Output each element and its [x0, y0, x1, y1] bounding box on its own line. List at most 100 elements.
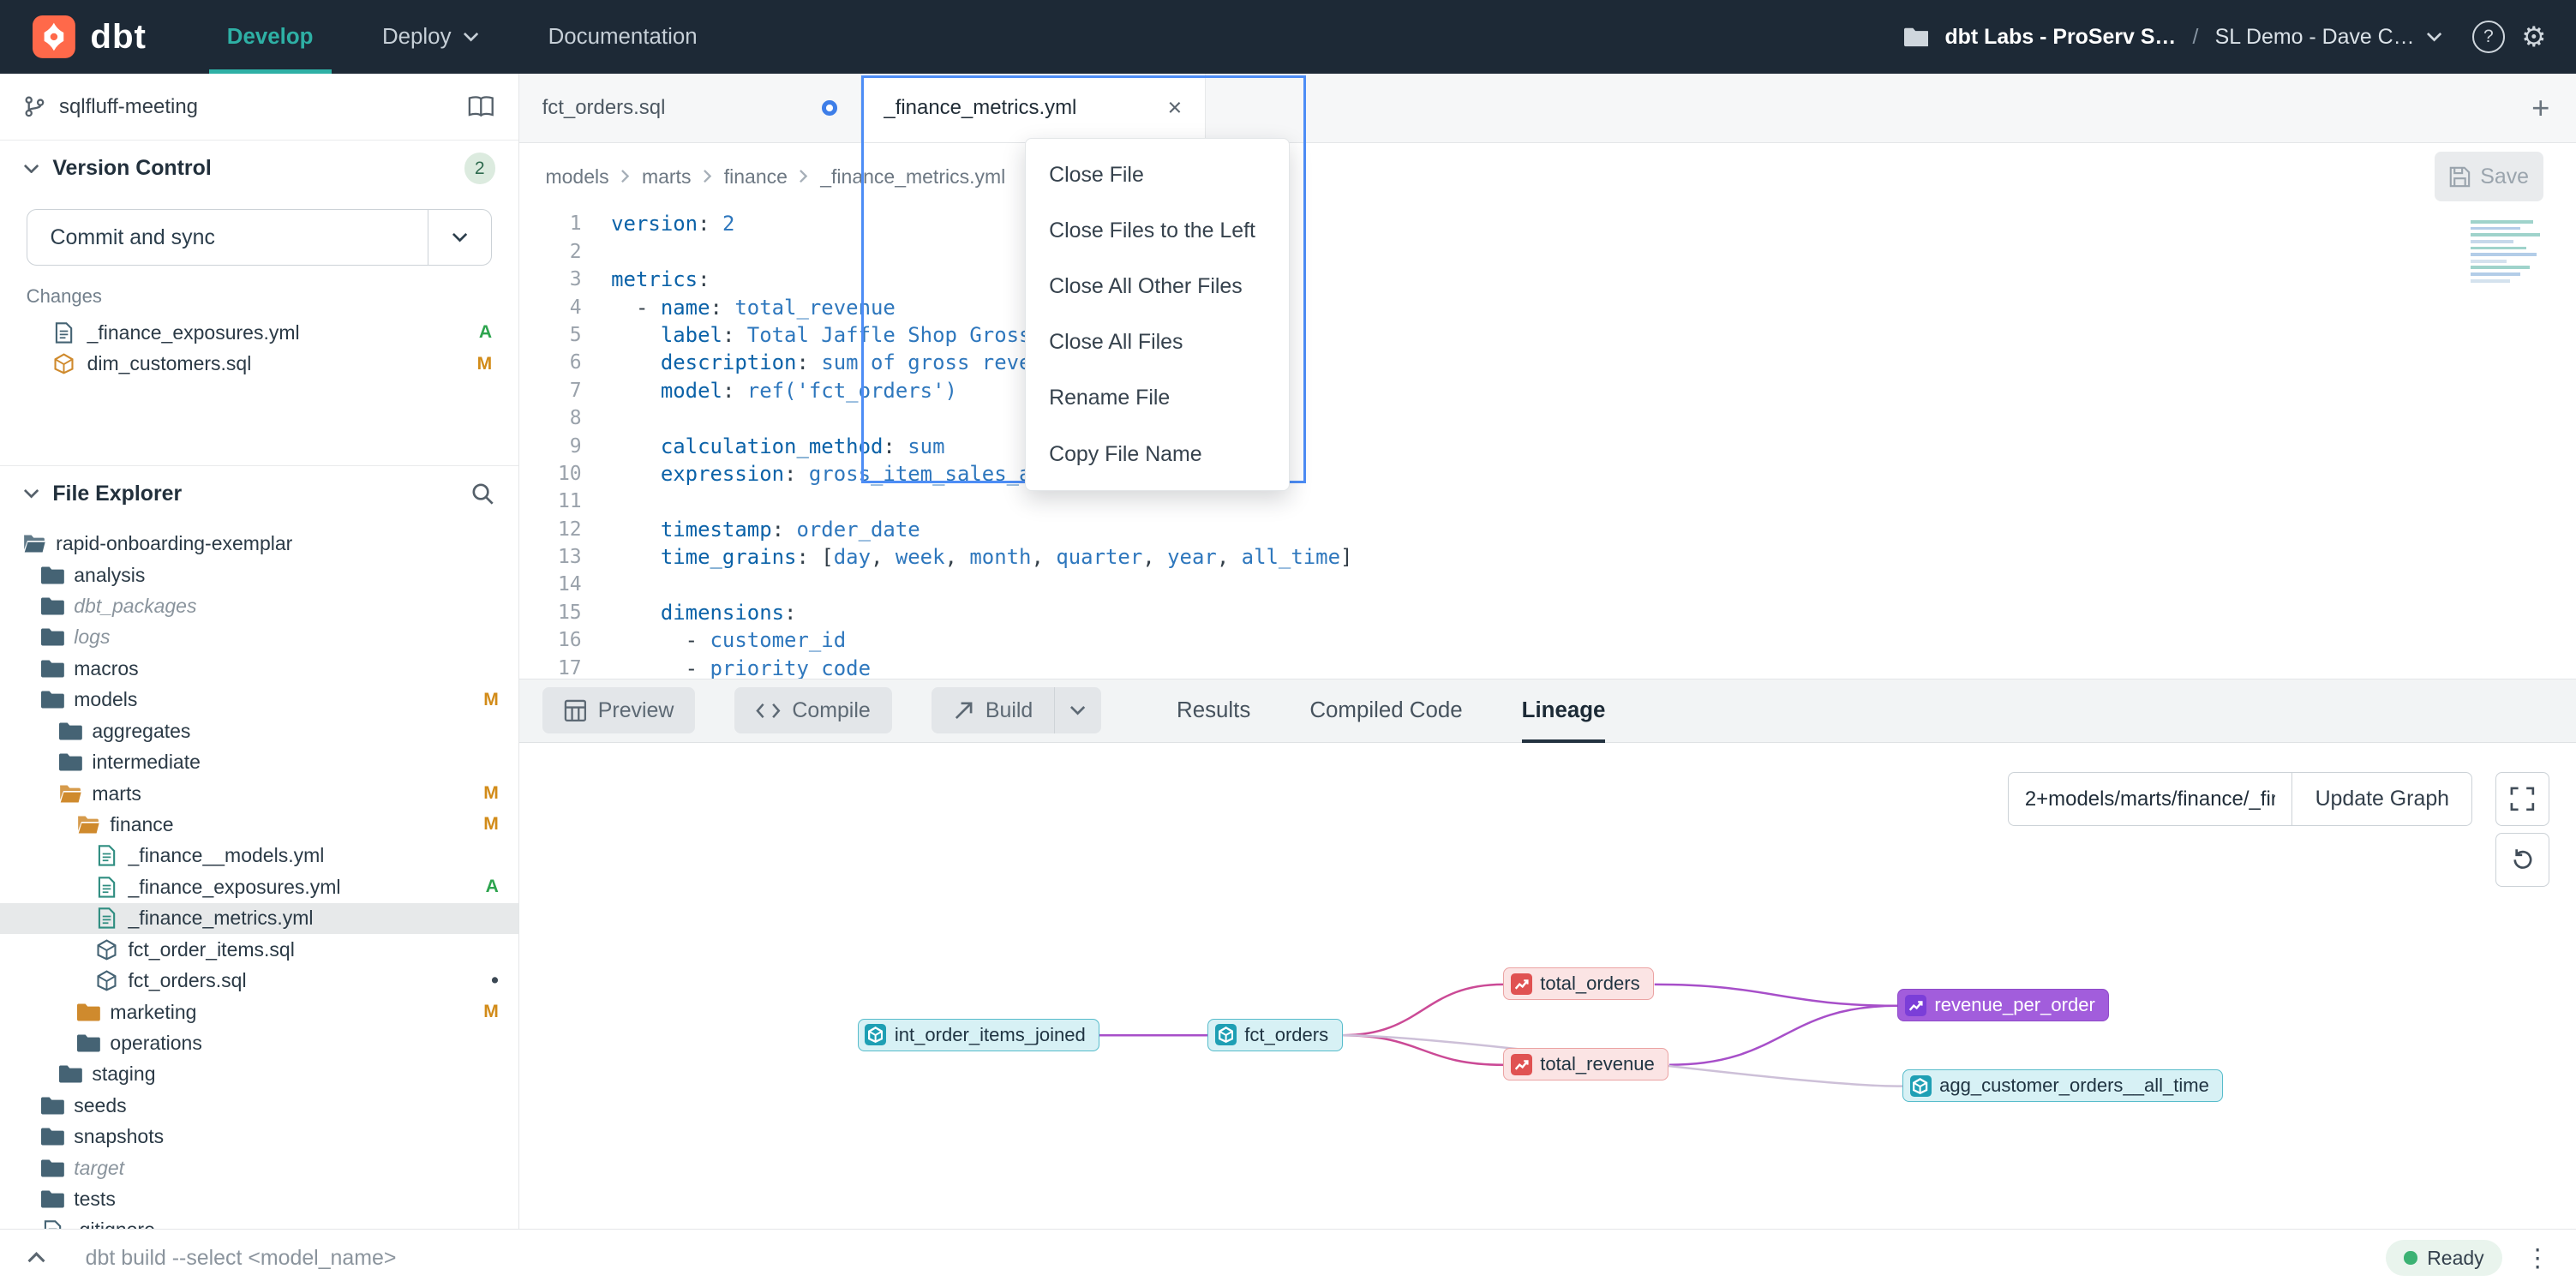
code-line[interactable]: 17 - priority_code: [519, 655, 2576, 679]
compile-button[interactable]: Compile: [734, 687, 891, 733]
git-branch-row[interactable]: sqlfluff-meeting: [0, 74, 518, 141]
account-name[interactable]: dbt Labs - ProServ S…: [1944, 25, 2176, 50]
tree-item-_finance_metrics.yml[interactable]: _finance_metrics.yml: [0, 903, 518, 934]
code-line[interactable]: 16 - customer_id: [519, 626, 2576, 654]
tree-item-label: finance: [110, 813, 173, 836]
tree-item-staging[interactable]: staging: [0, 1059, 518, 1090]
lineage-selector-input[interactable]: [2008, 772, 2292, 826]
tree-item-seeds[interactable]: seeds: [0, 1090, 518, 1121]
panel-tab-compiled-code[interactable]: Compiled Code: [1309, 679, 1462, 742]
tree-item-dbt_packages[interactable]: dbt_packages: [0, 590, 518, 621]
build-button[interactable]: Build: [932, 687, 1101, 733]
new-tab-button[interactable]: +: [2531, 90, 2549, 126]
panel-tab-results[interactable]: Results: [1177, 679, 1250, 742]
breadcrumb-item[interactable]: marts: [642, 165, 692, 189]
tree-item-aggregates[interactable]: aggregates: [0, 715, 518, 746]
minimap-bar: [2471, 253, 2537, 256]
commit-options-chevron[interactable]: [428, 210, 491, 264]
tree-item-analysis[interactable]: analysis: [0, 560, 518, 590]
code-line[interactable]: 8: [519, 404, 2576, 432]
panel-tab-lineage[interactable]: Lineage: [1522, 679, 1606, 742]
context-menu-item[interactable]: Close Files to the Left: [1026, 203, 1289, 259]
search-icon[interactable]: [470, 482, 495, 506]
code-line[interactable]: 11: [519, 488, 2576, 515]
tree-item-tests[interactable]: tests: [0, 1183, 518, 1214]
context-menu-item[interactable]: Copy File Name: [1026, 426, 1289, 482]
lineage-node-int_order_items_joined[interactable]: int_order_items_joined: [858, 1019, 1099, 1051]
settings-gear-icon[interactable]: ⚙: [2521, 23, 2546, 51]
nav-item-deploy[interactable]: Deploy: [348, 0, 514, 74]
lineage-node-fct_orders[interactable]: fct_orders: [1207, 1019, 1342, 1051]
context-menu-item[interactable]: Rename File: [1026, 370, 1289, 426]
project-selector[interactable]: SL Demo - Dave C…: [2215, 25, 2443, 50]
tree-item-fct_order_items.sql[interactable]: fct_order_items.sql: [0, 934, 518, 965]
close-icon[interactable]: ×: [1168, 94, 1183, 123]
line-number: 16: [519, 626, 582, 654]
tree-item-snapshots[interactable]: snapshots: [0, 1121, 518, 1152]
code-line[interactable]: 5 label: Total Jaffle Shop Gross Re: [519, 321, 2576, 349]
change-row-dim_customers.sql[interactable]: dim_customers.sqlM: [0, 349, 518, 380]
breadcrumb-item[interactable]: _finance_metrics.yml: [820, 165, 1005, 189]
file-explorer-header[interactable]: File Explorer: [0, 465, 518, 522]
nav-item-documentation[interactable]: Documentation: [513, 0, 732, 74]
commit-and-sync-button[interactable]: Commit and sync: [27, 209, 492, 265]
reset-view-button[interactable]: [2495, 833, 2549, 887]
folder-icon: [59, 721, 82, 741]
tree-item-macros[interactable]: macros: [0, 653, 518, 684]
tree-item-marketing[interactable]: marketingM: [0, 997, 518, 1027]
tree-item-.gitignore[interactable]: .gitignore: [0, 1215, 518, 1229]
context-menu-item[interactable]: Close File: [1026, 147, 1289, 203]
command-input[interactable]: dbt build --select <model_name>: [86, 1246, 397, 1271]
preview-button[interactable]: Preview: [542, 687, 696, 733]
code-line[interactable]: 6 description: sum of gross revenue: [519, 349, 2576, 376]
code-line[interactable]: 7 model: ref('fct_orders'): [519, 377, 2576, 404]
nav-item-develop[interactable]: Develop: [193, 0, 348, 74]
minimap[interactable]: [2471, 220, 2556, 286]
tree-item-intermediate[interactable]: intermediate: [0, 746, 518, 777]
breadcrumb-item[interactable]: finance: [724, 165, 788, 189]
code-line[interactable]: 1version: 2: [519, 210, 2576, 237]
tree-item-fct_orders.sql[interactable]: fct_orders.sql•: [0, 965, 518, 996]
change-row-_finance_exposures.yml[interactable]: _finance_exposures.ymlA: [0, 317, 518, 348]
lineage-node-total_orders[interactable]: total_orders: [1503, 967, 1654, 1000]
docs-book-icon[interactable]: [467, 95, 495, 118]
code-line[interactable]: 9 calculation_method: sum: [519, 433, 2576, 460]
brand[interactable]: dbt: [0, 15, 193, 58]
tree-item-target[interactable]: target: [0, 1152, 518, 1183]
context-menu-item[interactable]: Close All Other Files: [1026, 259, 1289, 314]
code-editor[interactable]: 1version: 223metrics:4 - name: total_rev…: [519, 210, 2576, 678]
tree-item-_finance_exposures.yml[interactable]: _finance_exposures.ymlA: [0, 871, 518, 902]
code-line[interactable]: 2: [519, 238, 2576, 266]
git-status-badge: M: [483, 814, 499, 835]
code-line[interactable]: 3metrics:: [519, 266, 2576, 293]
tree-item-operations[interactable]: operations: [0, 1027, 518, 1058]
kebab-menu-icon[interactable]: ⋮: [2525, 1243, 2550, 1273]
code-line[interactable]: 13 time_grains: [day, week, month, quart…: [519, 543, 2576, 571]
code-line[interactable]: 4 - name: total_revenue: [519, 294, 2576, 321]
fullscreen-button[interactable]: [2495, 772, 2549, 826]
version-control-header[interactable]: Version Control 2: [0, 141, 518, 196]
help-icon[interactable]: ?: [2472, 21, 2506, 54]
tree-item-models[interactable]: modelsM: [0, 685, 518, 715]
save-button[interactable]: Save: [2435, 152, 2543, 201]
change-file-name: _finance_exposures.yml: [87, 321, 300, 344]
code-line[interactable]: 14: [519, 571, 2576, 598]
lineage-node-revenue_per_order[interactable]: revenue_per_order: [1897, 989, 2109, 1021]
update-graph-button[interactable]: Update Graph: [2291, 772, 2472, 826]
tree-item-_finance__models.yml[interactable]: _finance__models.yml: [0, 841, 518, 871]
breadcrumb-item[interactable]: models: [545, 165, 608, 189]
tree-item-marts[interactable]: martsM: [0, 778, 518, 809]
tree-item-logs[interactable]: logs: [0, 622, 518, 653]
context-menu-item[interactable]: Close All Files: [1026, 314, 1289, 370]
code-line[interactable]: 15 dimensions:: [519, 599, 2576, 626]
editor-tab-fct_orders.sql[interactable]: fct_orders.sql: [519, 74, 861, 142]
code-line[interactable]: 10 expression: gross_item_sales_amount: [519, 460, 2576, 488]
lineage-node-total_revenue[interactable]: total_revenue: [1503, 1048, 1668, 1080]
build-options-chevron[interactable]: [1054, 687, 1101, 733]
code-line[interactable]: 12 timestamp: order_date: [519, 516, 2576, 543]
tree-item-rapid-onboarding-exemplar[interactable]: rapid-onboarding-exemplar: [0, 528, 518, 559]
expand-panel-chevron-up-icon[interactable]: [27, 1252, 46, 1263]
editor-tab-_finance_metrics.yml[interactable]: _finance_metrics.yml×: [861, 74, 1207, 142]
tree-item-finance[interactable]: finance M: [0, 809, 518, 840]
lineage-node-agg_customer_orders__all_time[interactable]: agg_customer_orders__all_time: [1902, 1069, 2223, 1102]
